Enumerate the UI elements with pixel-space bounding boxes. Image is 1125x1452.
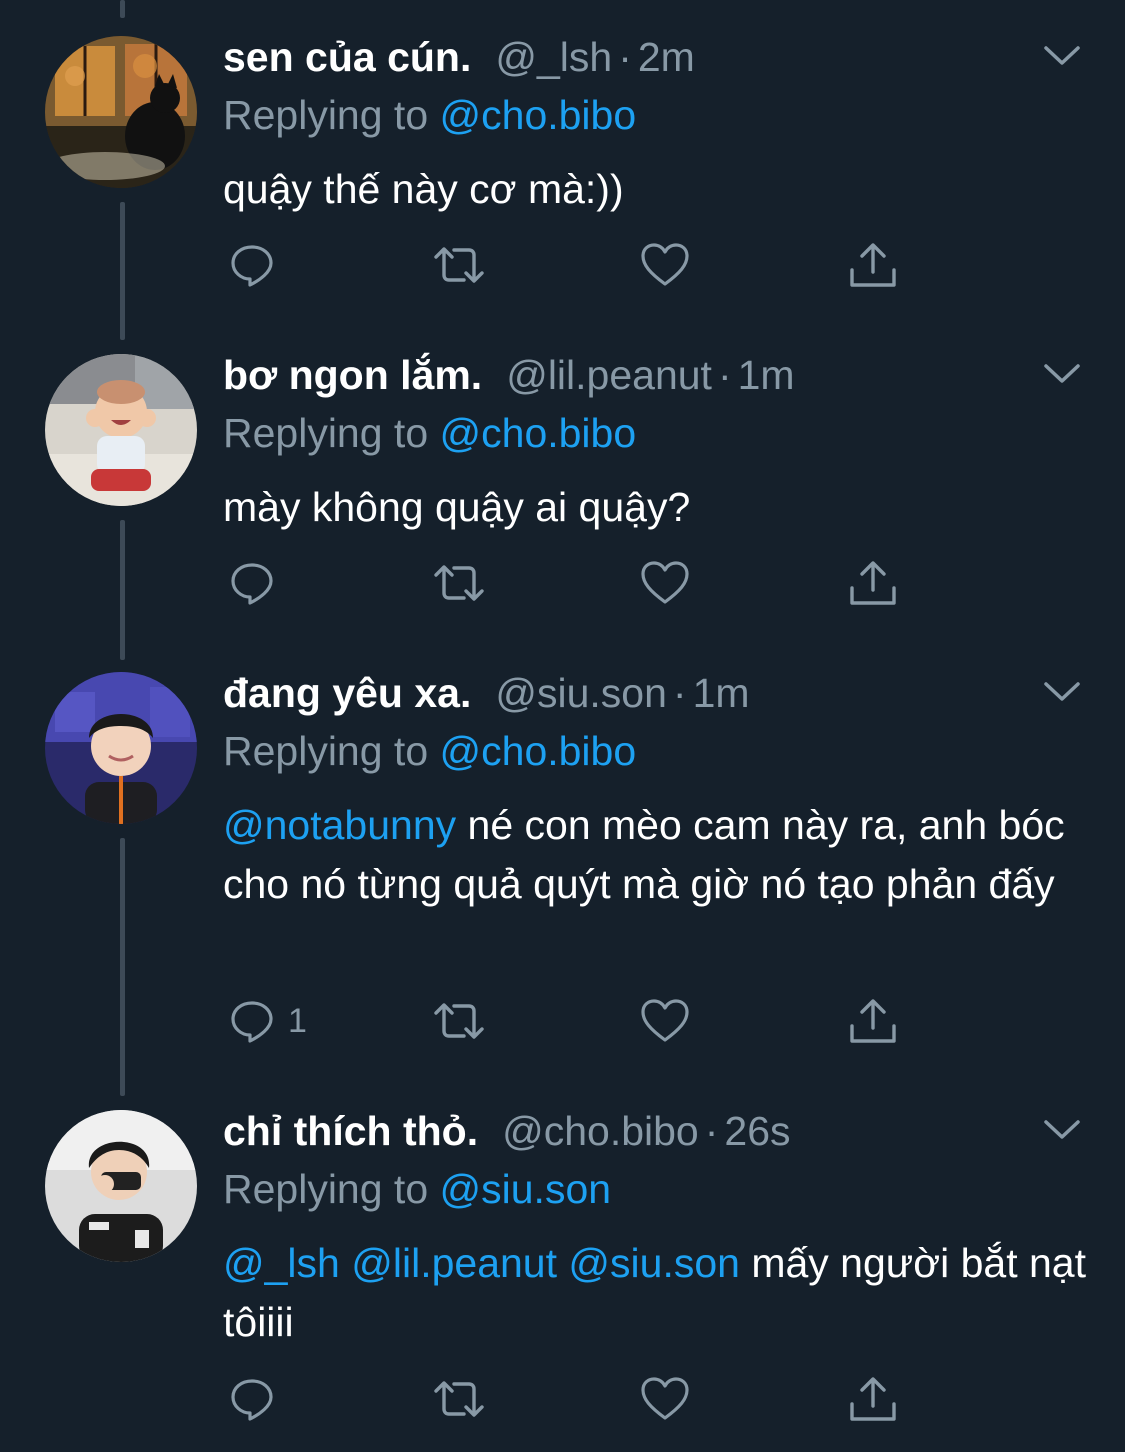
display-name[interactable]: đang yêu xa.: [223, 668, 471, 718]
tweet-text: quậy thế này cơ mà:)): [223, 160, 1093, 219]
retweet-button[interactable]: [430, 1374, 488, 1424]
replying-label: Replying to: [223, 1166, 440, 1212]
timestamp[interactable]: 2m: [638, 32, 695, 82]
heart-icon: [641, 561, 689, 604]
thread-line: [120, 202, 125, 340]
avatar[interactable]: [45, 354, 197, 506]
replying-to: Replying to @cho.bibo: [223, 726, 636, 776]
reply-icon: [231, 1379, 273, 1421]
tweet-header: bơ ngon lắm. @lil.peanut · 1m: [223, 350, 795, 400]
retweet-button[interactable]: [430, 558, 488, 608]
share-button[interactable]: [848, 1374, 898, 1424]
tweet-header: chỉ thích thỏ. @cho.bibo · 26s: [223, 1106, 791, 1156]
more-menu-button[interactable]: [1042, 362, 1082, 386]
share-icon: [850, 561, 896, 605]
reply-icon: [231, 563, 273, 605]
replying-mention-link[interactable]: @cho.bibo: [440, 410, 637, 456]
retweet-icon: [434, 1381, 484, 1417]
like-button[interactable]: [640, 240, 690, 290]
replying-label: Replying to: [223, 410, 440, 456]
action-bar: 1: [228, 996, 928, 1046]
display-name[interactable]: sen của cún.: [223, 32, 471, 82]
action-bar: [228, 558, 928, 608]
display-name[interactable]: bơ ngon lắm.: [223, 350, 482, 400]
chevron-down-icon: [1044, 682, 1080, 701]
chevron-down-icon: [1044, 1120, 1080, 1139]
like-button[interactable]: [640, 996, 690, 1046]
timestamp[interactable]: 1m: [738, 350, 795, 400]
retweet-button[interactable]: [430, 996, 488, 1046]
avatar[interactable]: [45, 36, 197, 188]
reply-button[interactable]: 1: [228, 996, 307, 1046]
replying-mention-link[interactable]: @cho.bibo: [440, 728, 637, 774]
retweet-button[interactable]: [430, 240, 488, 290]
avatar-image: [45, 36, 197, 188]
user-handle[interactable]: @siu.son: [495, 668, 667, 718]
replying-label: Replying to: [223, 92, 440, 138]
separator-dot: ·: [704, 1108, 719, 1154]
share-button[interactable]: [848, 240, 898, 290]
heart-icon: [641, 243, 689, 286]
display-name[interactable]: chỉ thích thỏ.: [223, 1106, 478, 1156]
mention-link[interactable]: @lil.peanut: [351, 1240, 557, 1286]
separator-dot: ·: [618, 34, 632, 80]
user-handle[interactable]: @lil.peanut: [506, 350, 712, 400]
reply-icon: [231, 245, 273, 287]
chevron-down-icon: [1044, 364, 1080, 383]
share-button[interactable]: [848, 558, 898, 608]
action-bar: [228, 1374, 928, 1424]
retweet-icon: [434, 565, 484, 601]
share-icon: [850, 999, 896, 1043]
like-button[interactable]: [640, 1374, 690, 1424]
replying-to: Replying to @siu.son: [223, 1164, 611, 1214]
thread-line: [120, 838, 125, 1096]
avatar-image: [45, 672, 197, 824]
share-icon: [850, 1377, 896, 1421]
replying-mention-link[interactable]: @siu.son: [440, 1166, 612, 1212]
tweet-header: đang yêu xa. @siu.son · 1m: [223, 668, 750, 718]
mention-link[interactable]: @siu.son: [568, 1240, 740, 1286]
replying-to: Replying to @cho.bibo: [223, 408, 636, 458]
replying-label: Replying to: [223, 728, 440, 774]
user-handle[interactable]: @_lsh: [495, 32, 612, 82]
share-button[interactable]: [848, 996, 898, 1046]
like-button[interactable]: [640, 558, 690, 608]
mention-link[interactable]: @_lsh: [223, 1240, 340, 1286]
tweet-header: sen của cún. @_lsh · 2m: [223, 32, 695, 82]
thread-line: [120, 0, 125, 18]
tweet-text-content: mày không quậy ai quậy?: [223, 484, 691, 530]
timestamp[interactable]: 26s: [724, 1106, 790, 1156]
tweet-text: mày không quậy ai quậy?: [223, 478, 1093, 537]
heart-icon: [641, 1377, 689, 1420]
timestamp[interactable]: 1m: [693, 668, 750, 718]
tweet-text: @_lsh @lil.peanut @siu.son mấy người bắt…: [223, 1234, 1093, 1352]
share-icon: [850, 243, 896, 287]
thread-line: [120, 520, 125, 660]
heart-icon: [641, 999, 689, 1042]
mention-link[interactable]: @notabunny: [223, 802, 456, 848]
separator-dot: ·: [672, 670, 687, 716]
reply-button[interactable]: [228, 558, 276, 608]
avatar-image: [45, 1110, 197, 1262]
more-menu-button[interactable]: [1042, 680, 1082, 704]
reply-icon: [231, 1001, 273, 1043]
tweet-text-content: quậy thế này cơ mà:)): [223, 166, 624, 212]
reply-button[interactable]: [228, 1374, 276, 1424]
reply-button[interactable]: [228, 240, 276, 290]
user-handle[interactable]: @cho.bibo: [502, 1106, 699, 1156]
reply-count: 1: [288, 1001, 307, 1040]
retweet-icon: [434, 247, 484, 283]
avatar[interactable]: [45, 672, 197, 824]
avatar[interactable]: [45, 1110, 197, 1262]
action-bar: [228, 240, 928, 290]
separator-dot: ·: [717, 352, 732, 398]
avatar-image: [45, 354, 197, 506]
tweet-text: @notabunny né con mèo cam này ra, anh bó…: [223, 796, 1093, 914]
more-menu-button[interactable]: [1042, 1118, 1082, 1142]
replying-to: Replying to @cho.bibo: [223, 90, 636, 140]
replying-mention-link[interactable]: @cho.bibo: [440, 92, 637, 138]
retweet-icon: [434, 1003, 484, 1039]
chevron-down-icon: [1044, 46, 1080, 65]
more-menu-button[interactable]: [1042, 44, 1082, 68]
